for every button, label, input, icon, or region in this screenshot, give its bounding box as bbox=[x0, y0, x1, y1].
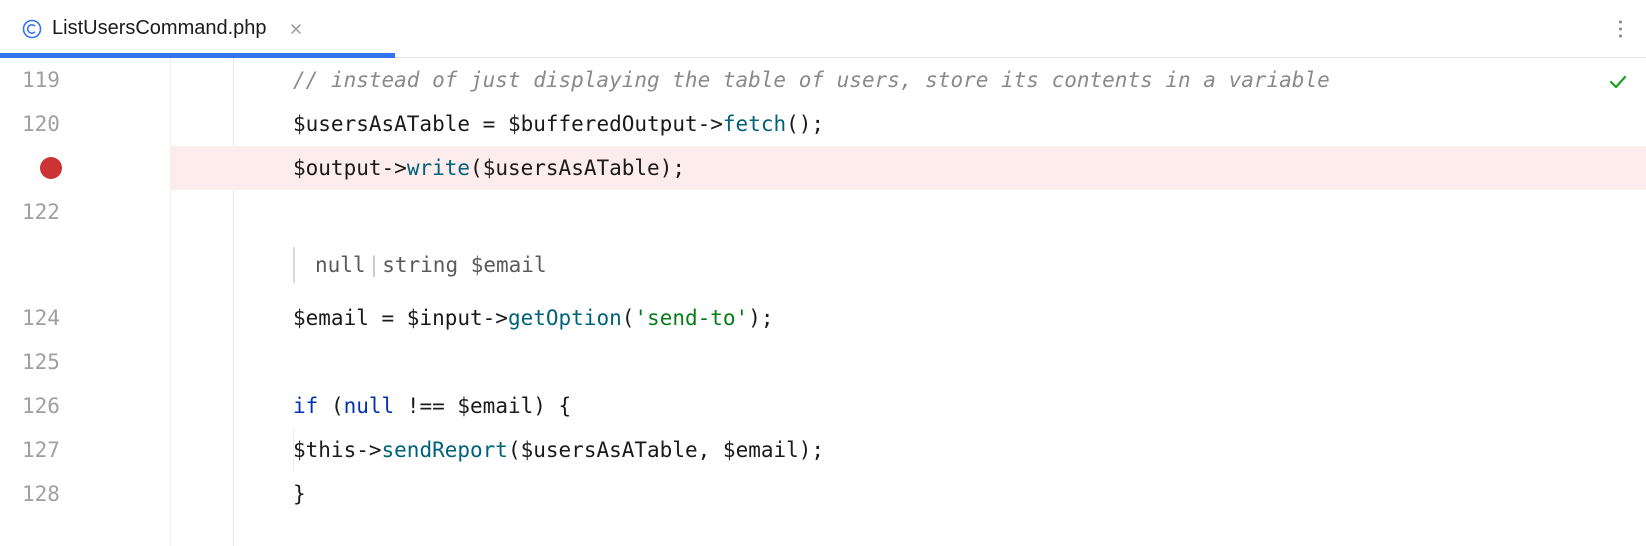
variable: $usersAsATable bbox=[521, 438, 698, 462]
line-number[interactable]: 120 bbox=[0, 102, 170, 146]
punct: ); bbox=[799, 438, 824, 462]
indent-guide bbox=[293, 428, 294, 472]
gutter[interactable]: 119 120 122 124 125 126 127 128 bbox=[0, 58, 170, 546]
code-line[interactable]: $usersAsATable = $bufferedOutput->fetch(… bbox=[171, 102, 1646, 146]
variable: $usersAsATable bbox=[483, 156, 660, 180]
method-call: getOption bbox=[508, 306, 622, 330]
variable: $email bbox=[723, 438, 799, 462]
line-number[interactable]: 127 bbox=[0, 428, 170, 472]
operator: -> bbox=[356, 438, 381, 462]
line-number[interactable]: 122 bbox=[0, 190, 170, 234]
variable: $input bbox=[407, 306, 483, 330]
editor: 119 120 122 124 125 126 127 128 // inste… bbox=[0, 58, 1646, 546]
code-line[interactable]: } bbox=[171, 472, 1646, 516]
punct: ( bbox=[622, 306, 635, 330]
variable: $email bbox=[457, 394, 533, 418]
type-hint-row: null|string $email bbox=[171, 234, 1646, 296]
breakpoint-line[interactable]: $output->write($usersAsATable); bbox=[171, 146, 1646, 190]
punct: { bbox=[559, 394, 572, 418]
close-icon[interactable] bbox=[287, 20, 305, 38]
line-number bbox=[0, 234, 170, 296]
code-line[interactable] bbox=[171, 340, 1646, 384]
punct: } bbox=[293, 482, 306, 506]
punct: ) bbox=[533, 394, 558, 418]
type-var: $email bbox=[458, 253, 547, 277]
variable: $bufferedOutput bbox=[508, 112, 698, 136]
tab-label: ListUsersCommand.php bbox=[52, 17, 267, 40]
line-number[interactable]: 119 bbox=[0, 58, 170, 102]
line-number-breakpoint[interactable] bbox=[0, 146, 170, 190]
punct: ( bbox=[508, 438, 521, 462]
operator: = bbox=[369, 306, 407, 330]
method-call: sendReport bbox=[382, 438, 508, 462]
type-token: null bbox=[315, 253, 366, 277]
operator: !== bbox=[394, 394, 457, 418]
keyword: if bbox=[293, 394, 318, 418]
variable: $output bbox=[293, 156, 382, 180]
file-tab[interactable]: ListUsersCommand.php bbox=[0, 0, 321, 57]
code-line[interactable]: if (null !== $email) { bbox=[171, 384, 1646, 428]
tab-bar: ListUsersCommand.php bbox=[0, 0, 1646, 58]
line-number[interactable]: 128 bbox=[0, 472, 170, 516]
operator: = bbox=[470, 112, 508, 136]
variable: $usersAsATable bbox=[293, 112, 470, 136]
punct: , bbox=[698, 438, 723, 462]
punct: ( bbox=[318, 394, 343, 418]
code-line[interactable]: $this->sendReport($usersAsATable, $email… bbox=[171, 428, 1646, 472]
method-call: fetch bbox=[723, 112, 786, 136]
operator: -> bbox=[382, 156, 407, 180]
code-area[interactable]: // instead of just displaying the table … bbox=[170, 58, 1646, 546]
punct: ( bbox=[470, 156, 483, 180]
type-separator: | bbox=[368, 253, 381, 277]
line-number[interactable]: 125 bbox=[0, 340, 170, 384]
punct: ); bbox=[748, 306, 773, 330]
line-number[interactable]: 126 bbox=[0, 384, 170, 428]
tab-options-menu[interactable] bbox=[1611, 12, 1630, 45]
type-token: string bbox=[382, 253, 458, 277]
string-literal: 'send-to' bbox=[634, 306, 748, 330]
class-file-icon bbox=[22, 19, 42, 39]
punct: ); bbox=[660, 156, 685, 180]
punct: (); bbox=[786, 112, 824, 136]
variable: $email bbox=[293, 306, 369, 330]
line-number[interactable]: 124 bbox=[0, 296, 170, 340]
type-hint[interactable]: null|string $email bbox=[293, 247, 567, 283]
code-line[interactable]: // instead of just displaying the table … bbox=[171, 58, 1646, 102]
operator: -> bbox=[483, 306, 508, 330]
code-line[interactable] bbox=[171, 190, 1646, 234]
breakpoint-icon[interactable] bbox=[40, 157, 62, 179]
keyword: null bbox=[344, 394, 395, 418]
variable: $this bbox=[293, 438, 356, 462]
method-call: write bbox=[407, 156, 470, 180]
code-line[interactable]: $email = $input->getOption('send-to'); bbox=[171, 296, 1646, 340]
operator: -> bbox=[698, 112, 723, 136]
comment-text: // instead of just displaying the table … bbox=[293, 68, 1330, 92]
